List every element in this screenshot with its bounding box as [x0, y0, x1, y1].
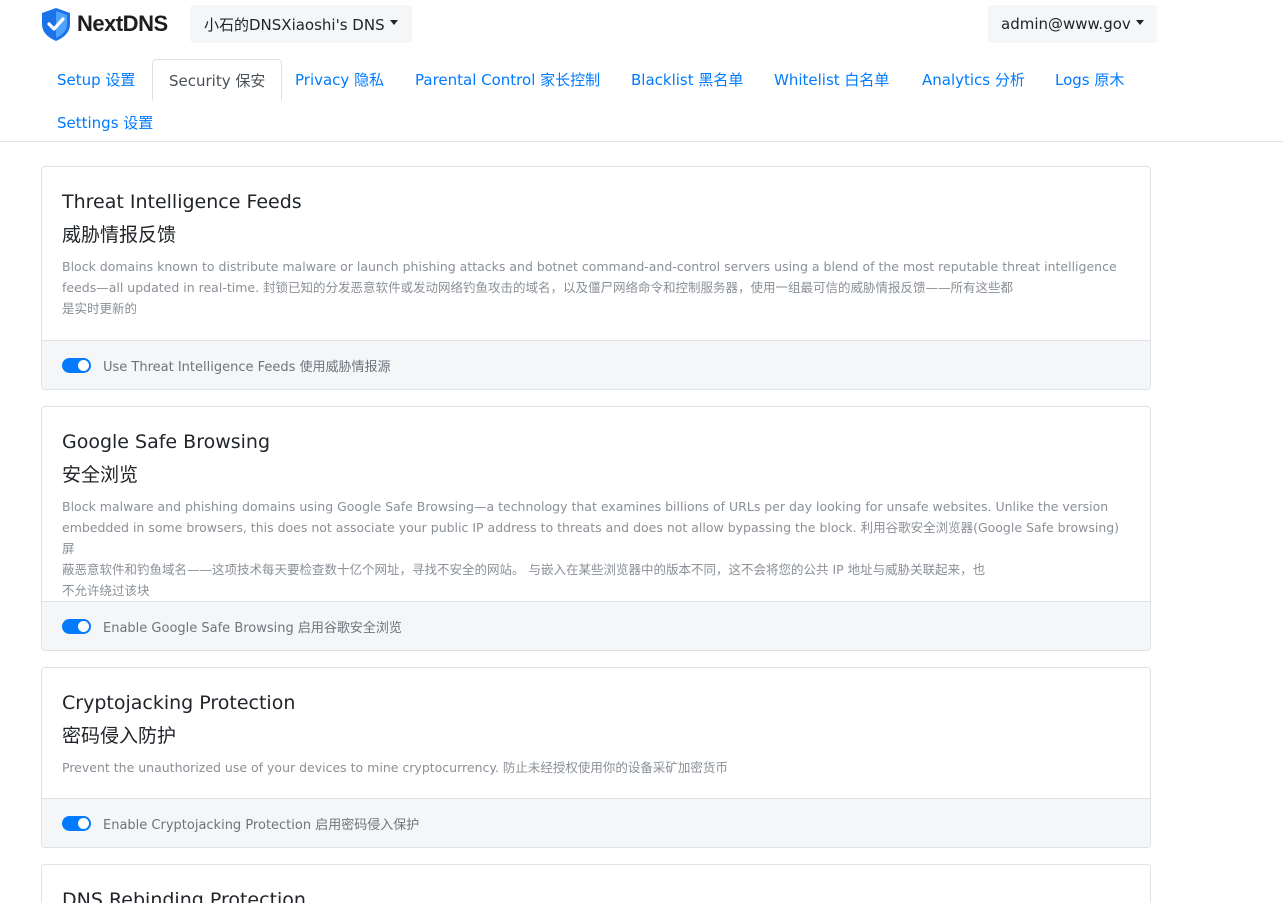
- tab-blacklist[interactable]: Blacklist 黑名单: [615, 59, 759, 100]
- profile-name: 小石的DNSXiaoshi's DNS: [204, 15, 385, 34]
- card-title: Threat Intelligence Feeds: [62, 191, 302, 213]
- card-title-cn: 安全浏览: [62, 464, 139, 486]
- top-header: NextDNS 小石的DNSXiaoshi's DNS admin@www.go…: [0, 0, 1283, 50]
- account-email: admin@www.gov: [1001, 15, 1131, 33]
- tab-security[interactable]: Security 保安: [152, 59, 283, 101]
- nav-tabs: Setup 设置 Security 保安 Privacy 隐私 Parental…: [0, 59, 1283, 142]
- card-description: Block domains known to distribute malwar…: [62, 259, 1117, 316]
- caret-down-icon: [389, 19, 398, 25]
- toggle-knob: [78, 817, 89, 829]
- brand-name: NextDNS: [77, 11, 168, 36]
- tab-whitelist[interactable]: Whitelist 白名单: [758, 59, 905, 100]
- threat-intelligence-card: Threat Intelligence Feeds 威胁情报反馈 Block d…: [41, 166, 1151, 390]
- card-title: Google Safe Browsing: [62, 431, 271, 453]
- card-footer: Enable Cryptojacking Protection 启用密码侵入保护: [42, 798, 1150, 847]
- toggle-label[interactable]: Enable Cryptojacking Protection 启用密码侵入保护: [103, 814, 419, 833]
- toggle-knob: [78, 359, 89, 371]
- cryptojacking-card: Cryptojacking Protection 密码侵入防护 Prevent …: [41, 667, 1151, 848]
- card-title-cn: 密码侵入防护: [62, 725, 177, 747]
- tab-setup[interactable]: Setup 设置: [41, 59, 151, 100]
- toggle-label[interactable]: Enable Google Safe Browsing 启用谷歌安全浏览: [103, 617, 402, 636]
- nextdns-logo[interactable]: NextDNS: [40, 6, 168, 42]
- card-footer: Use Threat Intelligence Feeds 使用威胁情报源: [42, 340, 1150, 389]
- google-safe-browsing-toggle[interactable]: [62, 618, 91, 634]
- profile-dropdown[interactable]: 小石的DNSXiaoshi's DNS: [190, 5, 412, 43]
- threat-intelligence-toggle[interactable]: [62, 357, 91, 373]
- dns-rebinding-card: DNS Rebinding Protection: [41, 864, 1151, 903]
- google-safe-browsing-card: Google Safe Browsing 安全浏览 Block malware …: [41, 406, 1151, 651]
- card-description: Prevent the unauthorized use of your dev…: [62, 760, 728, 775]
- caret-down-icon: [1135, 19, 1144, 25]
- toggle-knob: [78, 620, 89, 632]
- card-title: Cryptojacking Protection: [62, 692, 296, 714]
- toggle-label[interactable]: Use Threat Intelligence Feeds 使用威胁情报源: [103, 356, 391, 375]
- account-dropdown[interactable]: admin@www.gov: [988, 5, 1157, 43]
- card-title-cn: 威胁情报反馈: [62, 224, 177, 246]
- cryptojacking-toggle[interactable]: [62, 815, 91, 831]
- shield-logo-icon: [42, 7, 70, 41]
- tab-analytics[interactable]: Analytics 分析: [906, 59, 1041, 100]
- tab-settings[interactable]: Settings 设置: [41, 102, 169, 143]
- tab-parental-control[interactable]: Parental Control 家长控制: [399, 59, 616, 100]
- card-title: DNS Rebinding Protection: [62, 889, 306, 903]
- tab-privacy[interactable]: Privacy 隐私: [279, 59, 400, 100]
- tab-logs[interactable]: Logs 原木: [1039, 59, 1140, 100]
- card-footer: Enable Google Safe Browsing 启用谷歌安全浏览: [42, 601, 1150, 650]
- card-description: Block malware and phishing domains using…: [62, 499, 1120, 598]
